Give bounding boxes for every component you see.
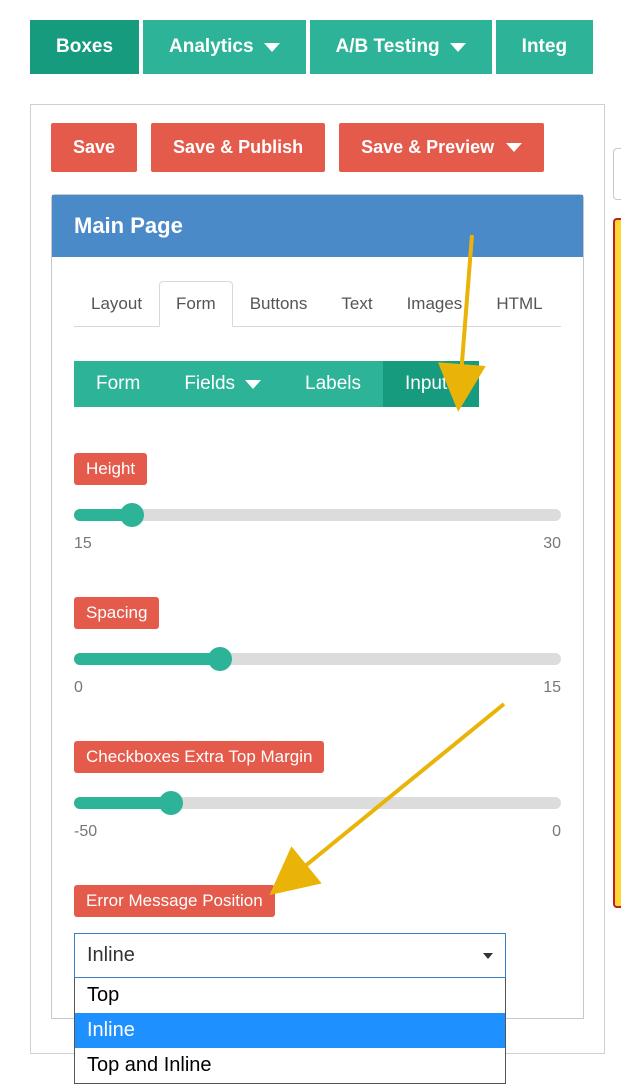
pill-form[interactable]: Form [74,361,162,407]
nav-ab-testing-label: A/B Testing [336,36,440,58]
slider-thumb[interactable] [208,647,232,671]
tab-html-label: HTML [496,294,542,313]
offscreen-button[interactable] [613,148,621,200]
pill-fields-label: Fields [184,373,235,395]
tab-layout[interactable]: Layout [74,281,159,327]
chevron-down-icon [450,43,466,52]
select-option-top-label: Top [87,984,119,1006]
save-publish-button[interactable]: Save & Publish [151,123,325,172]
tab-images[interactable]: Images [390,281,480,327]
nav-ab-testing[interactable]: A/B Testing [310,20,492,74]
slider-fill [74,797,171,809]
nav-boxes-label: Boxes [56,36,113,58]
field-height: Height 15 30 [74,453,561,553]
tab-buttons-label: Buttons [250,294,308,313]
nav-integ[interactable]: Integ [496,20,593,74]
select-value: Inline [87,944,135,967]
cbmargin-min: -50 [74,823,97,841]
save-preview-button-label: Save & Preview [361,137,494,158]
select-list: Top Inline Top and Inline [74,978,506,1084]
slider-thumb[interactable] [159,791,183,815]
save-button[interactable]: Save [51,123,137,172]
spacing-range: 0 15 [74,679,561,697]
nav-integ-label: Integ [522,36,567,58]
select-option-inline-label: Inline [87,1019,135,1041]
cbmargin-range: -50 0 [74,823,561,841]
field-spacing: Spacing 0 15 [74,597,561,697]
tab-layout-label: Layout [91,294,142,313]
cbmargin-label: Checkboxes Extra Top Margin [74,741,324,773]
slider-thumb[interactable] [120,503,144,527]
height-min: 15 [74,535,92,553]
top-nav: Boxes Analytics A/B Testing Integ [0,20,621,74]
height-slider[interactable] [74,501,561,531]
error-position-label: Error Message Position [74,885,275,917]
pill-form-label: Form [96,373,140,395]
tab-text-label: Text [341,294,372,313]
select-option-top[interactable]: Top [75,978,505,1013]
nav-analytics[interactable]: Analytics [143,20,305,74]
chevron-down-icon [506,143,522,152]
panel-title: Main Page [52,195,583,257]
tab-buttons[interactable]: Buttons [233,281,325,327]
select-option-top-inline[interactable]: Top and Inline [75,1048,505,1083]
height-range: 15 30 [74,535,561,553]
nav-boxes[interactable]: Boxes [30,20,139,74]
inner-tabs: Layout Form Buttons Text Images HTML [74,281,561,327]
save-publish-button-label: Save & Publish [173,137,303,158]
offscreen-panel [613,218,621,908]
main-panel: Main Page Layout Form Buttons Text Image… [51,194,584,1019]
chevron-down-icon [483,953,493,959]
spacing-slider[interactable] [74,645,561,675]
page-frame: Save Save & Publish Save & Preview Main … [30,104,605,1054]
tab-images-label: Images [407,294,463,313]
field-cbmargin: Checkboxes Extra Top Margin -50 0 [74,741,561,841]
pill-inputs[interactable]: Inputs [383,361,479,407]
action-bar: Save Save & Publish Save & Preview [51,123,584,172]
cbmargin-max: 0 [552,823,561,841]
spacing-min: 0 [74,679,83,697]
cbmargin-slider[interactable] [74,789,561,819]
chevron-down-icon [245,380,261,389]
spacing-max: 15 [543,679,561,697]
tab-html[interactable]: HTML [479,281,559,327]
spacing-label: Spacing [74,597,159,629]
form-subtabs: Form Fields Labels Inputs [74,361,561,407]
slider-fill [74,653,220,665]
panel-body: Layout Form Buttons Text Images HTML For… [52,257,583,1018]
slider-track [74,509,561,521]
tab-text[interactable]: Text [324,281,389,327]
height-max: 30 [543,535,561,553]
tab-form[interactable]: Form [159,281,233,327]
chevron-down-icon [264,43,280,52]
field-error-position: Error Message Position Inline Top Inline… [74,885,561,978]
save-button-label: Save [73,137,115,158]
nav-analytics-label: Analytics [169,36,253,58]
select-option-inline[interactable]: Inline [75,1013,505,1048]
save-preview-button[interactable]: Save & Preview [339,123,544,172]
tab-form-label: Form [176,294,216,313]
select-option-top-inline-label: Top and Inline [87,1054,212,1076]
pill-fields[interactable]: Fields [162,361,283,407]
pill-labels-label: Labels [305,373,361,395]
select-box[interactable]: Inline [74,933,506,978]
height-label: Height [74,453,147,485]
pill-inputs-label: Inputs [405,373,457,395]
pill-labels[interactable]: Labels [283,361,383,407]
error-position-select: Inline Top Inline Top and Inline [74,933,506,978]
